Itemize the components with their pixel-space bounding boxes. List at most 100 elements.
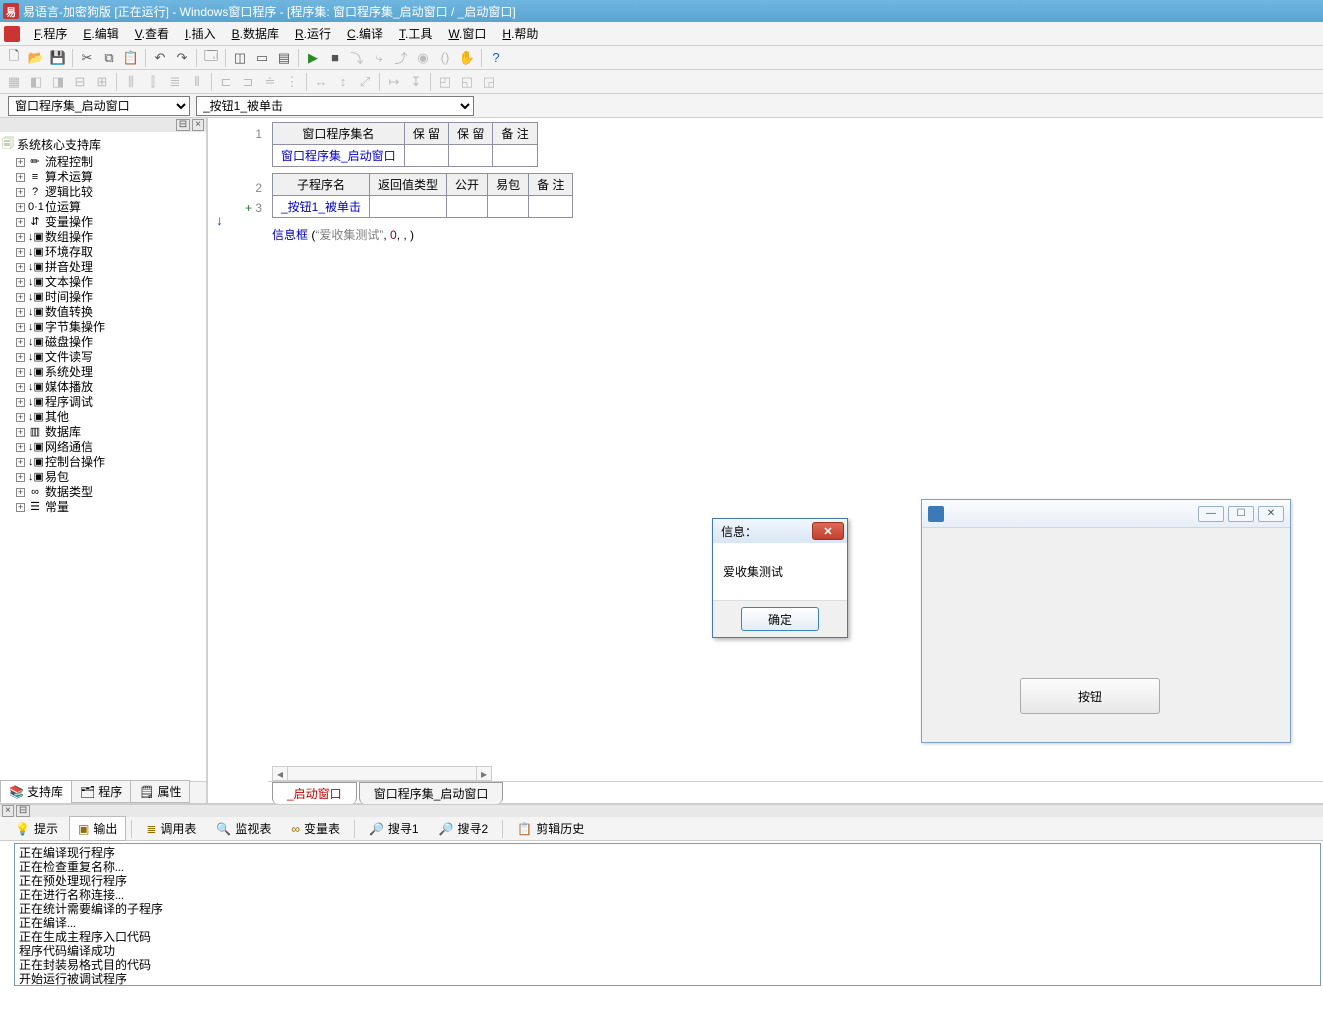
tree-item[interactable]: +↓▣文件读写	[2, 350, 204, 365]
menu-item[interactable]: I.插入	[177, 24, 224, 44]
tree-item[interactable]: +↓▣网络通信	[2, 440, 204, 455]
layout2-icon[interactable]: ▭	[252, 48, 272, 68]
window-title-bar: 易 易语言-加密狗版 [正在运行] - Windows窗口程序 - [程序集: …	[0, 0, 1323, 22]
menu-item[interactable]: T.工具	[391, 24, 440, 44]
t2-6: ⫼	[121, 72, 141, 92]
table-row[interactable]: 窗口程序集_启动窗口	[273, 145, 538, 167]
menu-item[interactable]: W.窗口	[440, 24, 494, 44]
tree-root[interactable]: 🗐 系统核心支持库	[2, 134, 204, 155]
tree-item[interactable]: +↓▣时间操作	[2, 290, 204, 305]
save-file-icon[interactable]: 💾	[48, 48, 68, 68]
form-titlebar[interactable]: — ☐ ✕	[922, 500, 1290, 528]
tree-item[interactable]: +✏流程控制	[2, 155, 204, 170]
step-over-icon[interactable]: ⤵	[347, 48, 367, 68]
runtime-form-window[interactable]: — ☐ ✕ 按钮	[921, 499, 1291, 743]
redo-icon[interactable]: ↷	[172, 48, 192, 68]
layout1-icon[interactable]: ◫	[230, 48, 250, 68]
layout3-icon[interactable]: ▤	[274, 48, 294, 68]
design-toolbar: ▦ ◧ ◨ ⊟ ⊞ ⫼ ⫿ ≣ ⫴ ⊏ ⊐ ≐ ⋮ ↔ ↕ ⤢ ↦ ↧ ◰ ◱ …	[0, 70, 1323, 94]
tree-item[interactable]: +⇵变量操作	[2, 215, 204, 230]
t2-10: ⊏	[216, 72, 236, 92]
tree-item[interactable]: +↓▣程序调试	[2, 395, 204, 410]
step-out-icon[interactable]: ⤴	[391, 48, 411, 68]
msgbox-close-icon[interactable]: ✕	[812, 522, 844, 540]
menu-item[interactable]: C.编译	[339, 24, 391, 44]
paste-icon[interactable]: 📋	[121, 48, 141, 68]
sidebar-close-icon[interactable]: ×	[192, 119, 204, 131]
t2-8: ≣	[165, 72, 185, 92]
tree-item[interactable]: +↓▣字节集操作	[2, 320, 204, 335]
close-icon[interactable]: ✕	[1258, 506, 1284, 522]
tab-search1[interactable]: 🔎搜寻1	[360, 816, 428, 841]
tree-item[interactable]: +↓▣拼音处理	[2, 260, 204, 275]
h-scrollbar[interactable]: ◂▸	[272, 766, 492, 781]
output-panel: × ⊟ 💡提示 ▣输出 ≣调用表 🔍监视表 ∞变量表 🔎搜寻1 🔎搜寻2 📋剪辑…	[0, 803, 1323, 986]
procedure-combo[interactable]: _按钮1_被单击	[196, 96, 474, 116]
tab-output[interactable]: ▣输出	[69, 816, 126, 841]
menu-item[interactable]: V.查看	[127, 24, 177, 44]
main-toolbar: 🗋 📂 💾 ✂ ⧉ 📋 ↶ ↷ 🗔 ◫ ▭ ▤ ▶ ■ ⤵ ⤷ ⤴ ◉ () ✋…	[0, 46, 1323, 70]
undo-icon[interactable]: ↶	[150, 48, 170, 68]
output-text[interactable]: 正在编译现行程序 正在检查重复名称... 正在预处理现行程序 正在进行名称连接.…	[14, 843, 1321, 986]
sidebar-tab-program[interactable]: 🗂程序	[71, 780, 131, 803]
tree-item[interactable]: +∞数据类型	[2, 485, 204, 500]
brk2-icon[interactable]: ()	[435, 48, 455, 68]
menu-item[interactable]: H.帮助	[494, 24, 546, 44]
tree-item[interactable]: +↓▣系统处理	[2, 365, 204, 380]
maximize-icon[interactable]: ☐	[1228, 506, 1254, 522]
stop-icon[interactable]: ■	[325, 48, 345, 68]
step-into-icon[interactable]: ⤷	[369, 48, 389, 68]
new-file-icon[interactable]: 🗋	[4, 48, 24, 68]
open-file-icon[interactable]: 📂	[26, 48, 46, 68]
hand-icon[interactable]: ✋	[457, 48, 477, 68]
tab-watch[interactable]: 🔍监视表	[207, 816, 280, 841]
tab-vars[interactable]: ∞变量表	[282, 816, 349, 841]
module-combo[interactable]: 窗口程序集_启动窗口	[8, 96, 190, 116]
form-body: 按钮	[922, 528, 1290, 742]
form-button[interactable]: 按钮	[1020, 678, 1160, 714]
code-editor[interactable]: 1 2 + 3 ↓ 窗口程序集名 保 留 保 留 备 注 窗口程序集_启动窗口	[208, 118, 1323, 803]
tab-search2[interactable]: 🔎搜寻2	[430, 816, 498, 841]
tree-item[interactable]: +↓▣易包	[2, 470, 204, 485]
tab-clip[interactable]: 📋剪辑历史	[508, 816, 593, 841]
tree-item[interactable]: +↓▣其他	[2, 410, 204, 425]
menu-item[interactable]: B.数据库	[224, 24, 287, 44]
library-tree[interactable]: 🗐 系统核心支持库 +✏流程控制+≡算术运算+?逻辑比较+0·1位运算+⇵变量操…	[0, 132, 206, 781]
tree-item[interactable]: +☰常量	[2, 500, 204, 515]
tree-item[interactable]: +▥数据库	[2, 425, 204, 440]
menu-item[interactable]: F.程序	[26, 24, 75, 44]
tab-program-set[interactable]: 窗口程序集_启动窗口	[359, 782, 504, 804]
run-icon[interactable]: ▶	[303, 48, 323, 68]
help-icon[interactable]: ?	[486, 48, 506, 68]
tree-item[interactable]: +↓▣媒体播放	[2, 380, 204, 395]
tree-item[interactable]: +≡算术运算	[2, 170, 204, 185]
sidebar-tab-property[interactable]: 🗒属性	[130, 780, 190, 803]
tab-callstack[interactable]: ≣调用表	[137, 816, 205, 841]
tree-item[interactable]: +↓▣数组操作	[2, 230, 204, 245]
sidebar-tabs: 📚支持库 🗂程序 🗒属性	[0, 781, 206, 803]
sidebar-tab-support[interactable]: 📚支持库	[0, 780, 72, 803]
t2-13: ⋮	[282, 72, 302, 92]
msgbox-ok-button[interactable]: 确定	[741, 607, 819, 631]
minimize-icon[interactable]: —	[1198, 506, 1224, 522]
tab-start-window[interactable]: _启动窗口	[272, 782, 357, 804]
tree-item[interactable]: +?逻辑比较	[2, 185, 204, 200]
tree-item[interactable]: +↓▣环境存取	[2, 245, 204, 260]
cut-icon[interactable]: ✂	[77, 48, 97, 68]
menu-item[interactable]: R.运行	[287, 24, 339, 44]
tree-item[interactable]: +↓▣数值转换	[2, 305, 204, 320]
tab-hint[interactable]: 💡提示	[6, 816, 67, 841]
sidebar-pin-icon[interactable]: ⊟	[176, 119, 190, 131]
subroutine-table: 子程序名 返回值类型 公开 易包 备 注 _按钮1_被单击	[272, 173, 573, 218]
menu-item[interactable]: E.编辑	[75, 24, 126, 44]
find-icon[interactable]: 🗔	[201, 48, 221, 68]
tree-item[interactable]: +↓▣控制台操作	[2, 455, 204, 470]
code-line[interactable]: 信息框 (“爱收集测试”, 0, , )	[272, 224, 1319, 246]
tree-item[interactable]: +↓▣文本操作	[2, 275, 204, 290]
breakpoint-icon[interactable]: ◉	[413, 48, 433, 68]
table-row[interactable]: _按钮1_被单击	[273, 196, 573, 218]
tree-item[interactable]: +0·1位运算	[2, 200, 204, 215]
copy-icon[interactable]: ⧉	[99, 48, 119, 68]
msgbox-titlebar[interactable]: 信息： ✕	[713, 519, 847, 543]
tree-item[interactable]: +↓▣磁盘操作	[2, 335, 204, 350]
